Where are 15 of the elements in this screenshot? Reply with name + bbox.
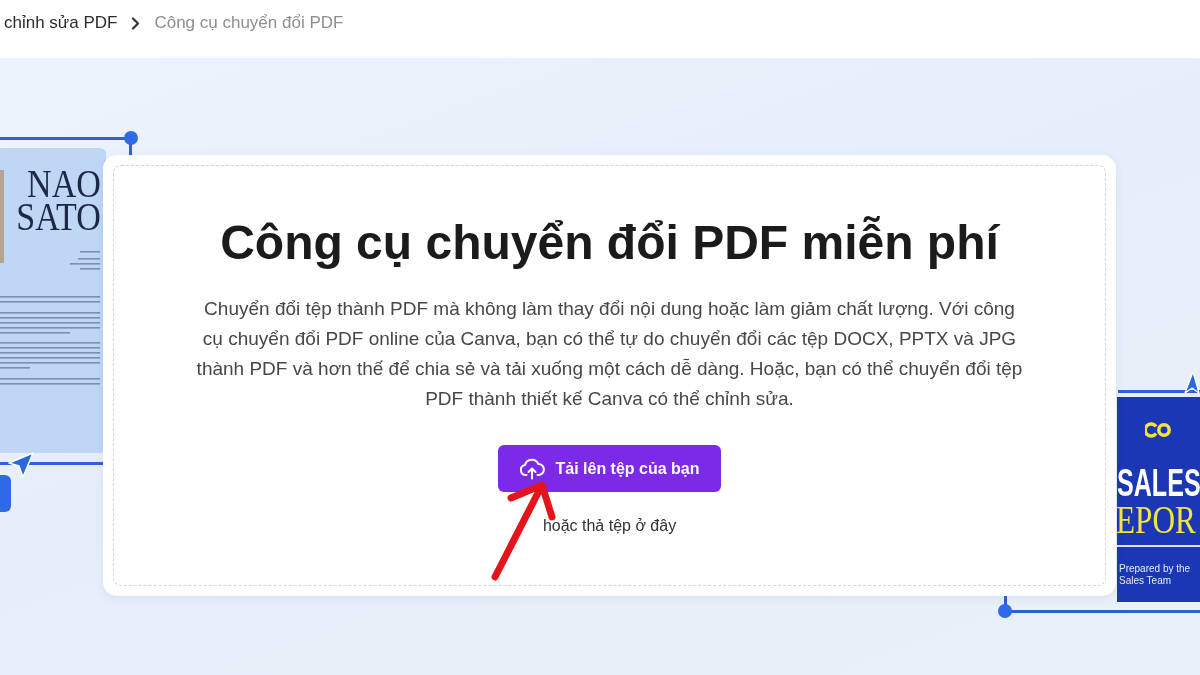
cut-off-panel [0, 475, 11, 512]
cloud-upload-icon [519, 457, 546, 480]
report-caption: Prepared by the Sales Team [1119, 563, 1192, 587]
description-text: Chuyển đổi tệp thành PDF mà không làm thay đổi nội dung hoặc làm giảm chất lượng. Với công cụ chuyển đổi PDF online của Canva, bạn có thể tự do chuyển đổi các tệp DOCX, PPTX và JPG thành PDF và hơn thế để chia sẻ và tải xuống một cách dễ dàng. Hoặc, bạn có thể chuyển đổi tệp PDF thành thiết kế Canva có thể chỉnh sửa. [195, 297, 1024, 411]
chevron-right-icon [131, 16, 141, 30]
upload-button[interactable]: Tải lên tệp của bạn [498, 445, 721, 492]
page-title: Công cụ chuyển đổi PDF miễn phí [220, 215, 999, 271]
breadcrumb-link[interactable]: Công cụ chuyển đổi PDF [154, 12, 344, 34]
handle-dot-icon [124, 131, 138, 145]
drop-hint-text: hoặc thả tệp ở đây [542, 516, 677, 536]
logo-icon [1145, 422, 1171, 438]
handle-dot-icon [998, 604, 1012, 618]
breadcrumb-link[interactable]: chỉnh sửa PDF [4, 12, 118, 34]
cursor-arrow-icon [8, 452, 34, 478]
cursor-arrow-icon [1184, 371, 1200, 395]
